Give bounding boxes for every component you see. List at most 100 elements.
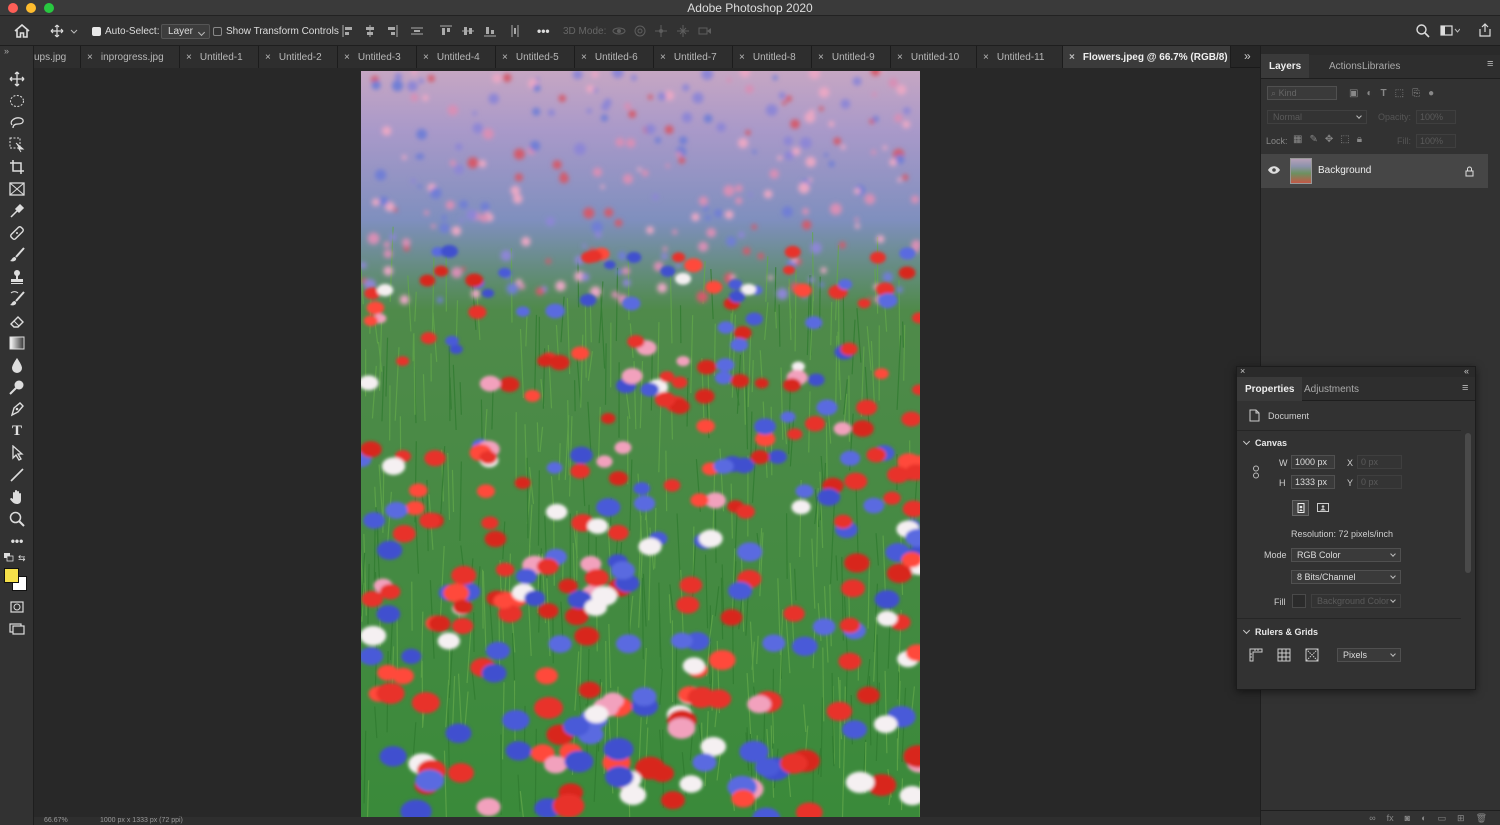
eraser-tool-icon[interactable] [7, 312, 27, 330]
fill-color-swatch[interactable] [1292, 594, 1306, 608]
tab-layers[interactable]: Layers [1261, 54, 1310, 78]
tab-untitled-4[interactable]: × Untitled-4 [417, 46, 496, 68]
align-top-edges-icon[interactable] [440, 25, 452, 37]
swap-colors-icon[interactable]: ⇆ [18, 553, 26, 564]
lock-artboard-icon[interactable]: ⬚ [1340, 134, 1349, 145]
screen-mode-icon[interactable] [7, 620, 27, 638]
tab-untitled-9[interactable]: × Untitled-9 [812, 46, 891, 68]
fill-field[interactable]: 100% [1416, 134, 1456, 148]
healing-brush-tool-icon[interactable] [7, 224, 27, 242]
lock-transparent-icon[interactable]: ▦ [1293, 134, 1302, 145]
auto-select-checkbox[interactable]: Auto-Select: [92, 16, 159, 46]
foreground-color-swatch[interactable] [4, 568, 19, 583]
tab-untitled-7[interactable]: × Untitled-7 [654, 46, 733, 68]
gradient-tool-icon[interactable] [7, 334, 27, 352]
eye-visibility-icon[interactable] [1268, 166, 1280, 174]
rulers-grids-section-header[interactable]: Rulers & Grids [1244, 627, 1318, 637]
auto-select-target-dropdown[interactable]: Layer [161, 23, 211, 39]
3d-pan-icon[interactable] [655, 25, 667, 37]
edit-toolbar-icon[interactable]: ••• [7, 532, 27, 550]
history-brush-tool-icon[interactable] [7, 290, 27, 308]
tab-untitled-10[interactable]: × Untitled-10 [891, 46, 977, 68]
workspace-icon[interactable] [1440, 24, 1460, 38]
share-icon[interactable] [1478, 23, 1492, 37]
ruler-units-dropdown[interactable]: Pixels [1337, 648, 1401, 662]
default-colors-icon[interactable] [4, 553, 14, 562]
3d-orbit-icon[interactable] [612, 25, 626, 37]
blur-tool-icon[interactable] [7, 356, 27, 374]
home-icon[interactable] [14, 16, 30, 46]
path-selection-tool-icon[interactable] [7, 444, 27, 462]
tab-ups-jpg[interactable]: ups.jpg [34, 46, 81, 68]
landscape-orientation-button[interactable] [1315, 500, 1332, 516]
align-left-edges-icon[interactable] [342, 25, 354, 37]
close-tab-icon[interactable]: × [423, 52, 429, 63]
layer-style-icon[interactable]: fx [1387, 813, 1394, 823]
panel-menu-icon[interactable]: ≡ [1487, 58, 1493, 70]
line-tool-icon[interactable] [7, 466, 27, 484]
layer-filter-dropdown[interactable]: ⌕ Kind [1267, 86, 1337, 100]
canvas-width-field[interactable]: 1000 px [1291, 455, 1335, 469]
panel-menu-icon[interactable]: ≡ [1462, 382, 1468, 394]
color-mode-dropdown[interactable]: RGB Color [1291, 548, 1401, 562]
document-info[interactable]: 1000 px x 1333 px (72 ppi) [100, 817, 183, 824]
lock-brush-icon[interactable]: ✎ [1309, 134, 1317, 145]
layer-name[interactable]: Background [1318, 165, 1371, 176]
zoom-tool-icon[interactable] [7, 510, 27, 528]
zoom-level[interactable]: 66.67% [44, 817, 68, 824]
distribute-vertical-icon[interactable] [411, 25, 423, 37]
portrait-orientation-button[interactable] [1292, 500, 1309, 516]
close-tab-icon[interactable]: × [660, 52, 666, 63]
link-layers-icon[interactable]: ∞ [1369, 813, 1375, 823]
new-layer-icon[interactable]: ⊞ [1457, 813, 1465, 824]
brush-tool-icon[interactable] [7, 246, 27, 264]
clone-stamp-tool-icon[interactable] [7, 268, 27, 286]
align-horizontal-centers-icon[interactable] [364, 25, 376, 37]
tab-untitled-8[interactable]: × Untitled-8 [733, 46, 812, 68]
filter-smartobject-icon[interactable]: ⎘ [1412, 88, 1420, 99]
close-tab-icon[interactable]: × [265, 52, 271, 63]
align-bottom-edges-icon[interactable] [484, 25, 496, 37]
blend-mode-dropdown[interactable]: Normal [1267, 110, 1367, 124]
tab-untitled-6[interactable]: × Untitled-6 [575, 46, 654, 68]
3d-roll-icon[interactable] [634, 25, 646, 37]
distribute-horizontal-icon[interactable] [509, 25, 521, 37]
tab-flowers-jpeg[interactable]: × Flowers.jpeg @ 66.7% (RGB/8) [1063, 46, 1231, 68]
link-dimensions-icon[interactable] [1252, 465, 1260, 479]
pen-tool-icon[interactable] [7, 400, 27, 418]
canvas-y-field[interactable]: 0 px [1357, 475, 1402, 489]
close-tab-icon[interactable]: × [87, 52, 93, 63]
search-icon[interactable] [1416, 24, 1430, 38]
tab-untitled-3[interactable]: × Untitled-3 [338, 46, 417, 68]
lock-position-icon[interactable]: ✥ [1325, 134, 1333, 145]
close-tab-icon[interactable]: × [1069, 52, 1075, 63]
new-group-icon[interactable]: ▭ [1438, 813, 1447, 824]
new-adjustment-icon[interactable]: ◐ [1421, 813, 1426, 823]
align-vertical-centers-icon[interactable] [462, 25, 474, 37]
close-tab-icon[interactable]: × [344, 52, 350, 63]
hand-tool-icon[interactable] [7, 488, 27, 506]
show-transform-controls-checkbox[interactable]: Show Transform Controls [213, 16, 339, 46]
canvas-x-field[interactable]: 0 px [1357, 455, 1402, 469]
tab-libraries[interactable]: Libraries [1354, 54, 1408, 78]
type-tool-icon[interactable]: T [7, 422, 27, 440]
dodge-tool-icon[interactable] [7, 378, 27, 396]
move-tool-icon[interactable] [7, 70, 27, 88]
filter-toggle-icon[interactable]: ● [1428, 88, 1434, 99]
filter-shape-icon[interactable]: ⬚ [1395, 88, 1404, 99]
object-selection-tool-icon[interactable] [7, 136, 27, 154]
canvas-height-field[interactable]: 1333 px [1291, 475, 1335, 489]
grid-icon[interactable] [1277, 648, 1291, 662]
tab-untitled-2[interactable]: × Untitled-2 [259, 46, 338, 68]
tab-untitled-11[interactable]: × Untitled-11 [977, 46, 1063, 68]
filter-pixel-icon[interactable]: ▣ [1349, 88, 1358, 99]
close-panel-icon[interactable]: × [1240, 366, 1245, 376]
crop-tool-icon[interactable] [7, 158, 27, 176]
more-tabs-icon[interactable]: » [1244, 49, 1251, 63]
collapse-toolbar-icon[interactable]: » [4, 46, 9, 56]
delete-layer-icon[interactable]: 🗑︎ [1476, 813, 1487, 824]
frame-tool-icon[interactable] [7, 180, 27, 198]
close-tab-icon[interactable]: × [186, 52, 192, 63]
bit-depth-dropdown[interactable]: 8 Bits/Channel [1291, 570, 1401, 584]
tab-untitled-1[interactable]: × Untitled-1 [180, 46, 259, 68]
